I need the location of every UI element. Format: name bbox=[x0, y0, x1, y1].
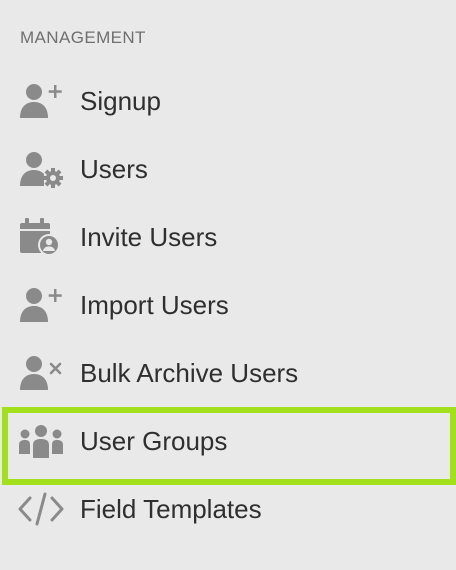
menu-item-import-users[interactable]: Import Users bbox=[0, 271, 456, 339]
users-group-icon bbox=[18, 421, 64, 461]
menu-item-label: Signup bbox=[80, 85, 161, 116]
menu-item-bulk-archive-users[interactable]: Bulk Archive Users bbox=[0, 339, 456, 407]
user-plus-icon bbox=[18, 81, 64, 121]
menu-item-label: Users bbox=[80, 153, 148, 184]
menu-item-field-templates[interactable]: Field Templates bbox=[0, 475, 456, 543]
menu-item-label: Bulk Archive Users bbox=[80, 357, 299, 388]
menu-item-user-groups[interactable]: User Groups bbox=[0, 407, 456, 485]
section-title: MANAGEMENT bbox=[20, 28, 146, 47]
menu-item-signup[interactable]: Signup bbox=[0, 67, 456, 135]
code-icon bbox=[18, 489, 64, 529]
menu-item-invite-users[interactable]: Invite Users bbox=[0, 203, 456, 271]
user-times-icon bbox=[18, 353, 64, 393]
menu-item-label: Import Users bbox=[80, 289, 229, 320]
management-menu: Signup Users Invite Users Import Users B… bbox=[0, 67, 456, 543]
user-gear-icon bbox=[18, 149, 64, 189]
menu-item-label: User Groups bbox=[80, 425, 228, 456]
management-sidebar: MANAGEMENT Signup Users Invite Users Imp… bbox=[0, 0, 456, 570]
calendar-user-icon bbox=[18, 217, 64, 257]
menu-item-users[interactable]: Users bbox=[0, 135, 456, 203]
menu-item-label: Field Templates bbox=[80, 493, 262, 524]
user-plus-icon bbox=[18, 285, 64, 325]
menu-item-label: Invite Users bbox=[80, 221, 218, 252]
